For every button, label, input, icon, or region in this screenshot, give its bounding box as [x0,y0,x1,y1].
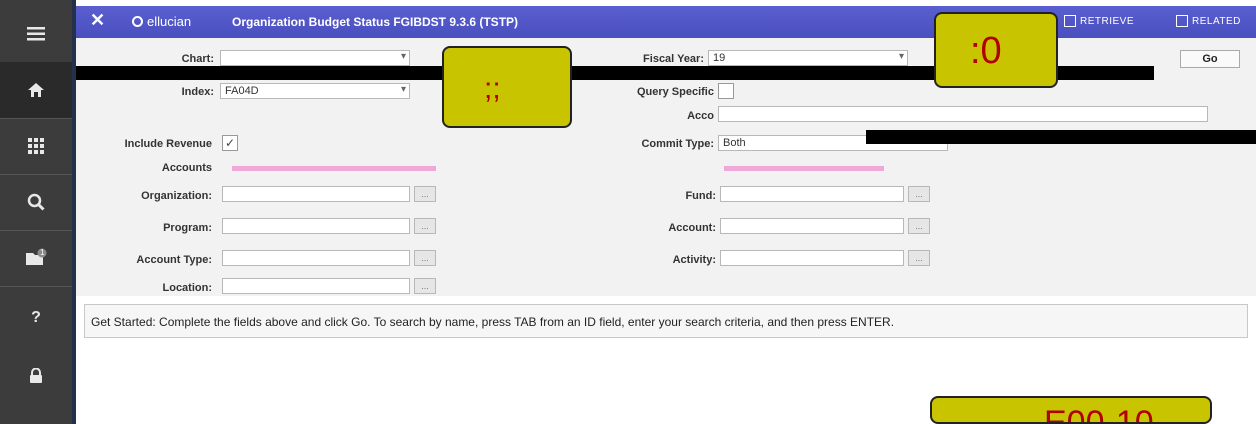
include-revenue-label: Include Revenue [124,138,212,150]
account-type-lookup-button[interactable]: ... [414,250,436,266]
accounts-label: Accounts [161,162,212,174]
fund-field[interactable] [720,186,904,202]
query-specific-checkbox[interactable] [718,83,734,99]
left-nav-rail: 1 ? [0,0,72,424]
apps-icon[interactable] [0,118,72,174]
organization-label: Organization: [141,190,212,202]
account-label: Account: [668,222,716,234]
related-label: RELATED [1192,15,1241,27]
organization-field[interactable] [222,186,410,202]
menu-icon[interactable] [0,6,72,62]
account-type-field[interactable] [222,250,410,266]
organization-lookup-button[interactable]: ... [414,186,436,202]
retrieve-button[interactable]: RETRIEVE [1064,15,1134,27]
chart-label: Chart: [181,53,214,65]
location-lookup-button[interactable]: ... [414,278,436,294]
fund-label: Fund: [685,190,716,202]
go-button[interactable]: Go [1180,50,1240,68]
program-lookup-button[interactable]: ... [414,218,436,234]
query-specific-label: Query Specific [636,86,714,98]
program-label: Program: [163,222,212,234]
account-top-field[interactable] [718,106,1208,122]
index-value: FA04D [225,85,259,97]
logo-ring-icon [132,16,143,27]
overlay-box-3: E00-10 [930,396,1212,424]
get-started-text: Get Started: Complete the fields above a… [91,315,895,329]
close-icon[interactable]: ✕ [90,10,105,31]
activity-lookup-button[interactable]: ... [908,250,930,266]
get-started-message: Get Started: Complete the fields above a… [84,304,1248,338]
program-field[interactable] [222,218,410,234]
fiscal-year-field[interactable]: 19 [708,50,908,66]
account-label-top: Acco [687,110,714,122]
location-label: Location: [162,282,213,294]
overlay-box-3-text: E00-10 [1044,404,1154,424]
account-type-label: Account Type: [136,254,212,266]
include-revenue-checkbox[interactable]: ✓ [222,135,238,151]
overlay-box-1-text: ;; [484,72,501,105]
activity-field[interactable] [720,250,904,266]
brand-name: ellucian [147,14,192,29]
related-icon [1176,15,1188,27]
key-block: Chart: Fiscal Year: 19 Go Index: FA04D Q… [76,38,1256,296]
related-button[interactable]: RELATED [1176,15,1241,27]
location-field[interactable] [222,278,410,294]
overlay-box-2-text: :0 [970,30,1002,72]
search-icon[interactable] [0,174,72,230]
overlay-box-1: ;; [442,46,572,128]
fiscal-year-label: Fiscal Year: [643,53,704,65]
home-icon[interactable] [0,62,72,118]
help-icon[interactable]: ? [0,290,72,346]
index-field[interactable]: FA04D [220,83,410,99]
account-field[interactable] [720,218,904,234]
folder-icon[interactable]: 1 [0,230,72,286]
account-lookup-button[interactable]: ... [908,218,930,234]
page-title: Organization Budget Status FGIBDST 9.3.6… [232,15,519,29]
fiscal-year-value: 19 [713,52,726,64]
page-header: ✕ ellucian Organization Budget Status FG… [76,6,1256,38]
commit-type-value: Both [723,137,746,149]
overlay-box-2: :0 [934,12,1058,88]
activity-label: Activity: [672,254,716,266]
index-label: Index: [181,86,214,98]
section-bar-right [724,166,884,171]
ellucian-logo: ellucian [132,14,191,29]
retrieve-icon [1064,15,1076,27]
chart-field[interactable] [220,50,410,66]
commit-type-label: Commit Type: [641,138,714,150]
lock-icon[interactable] [0,348,72,404]
section-bar-left [232,166,436,171]
redacted-bar-2 [866,130,1256,144]
notification-badge: 1 [40,248,45,257]
retrieve-label: RETRIEVE [1080,15,1135,27]
fund-lookup-button[interactable]: ... [908,186,930,202]
